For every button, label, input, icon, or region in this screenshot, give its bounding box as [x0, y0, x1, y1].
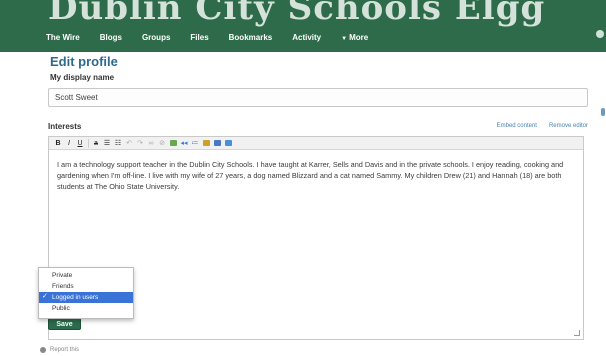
paste-word-icon[interactable]	[212, 139, 222, 148]
interests-label: Interests	[48, 122, 82, 131]
access-option-private[interactable]: Private	[39, 270, 133, 281]
nav-item-bookmarks[interactable]: Bookmarks	[219, 33, 283, 42]
editor-links: Embed content Remove editor	[497, 123, 588, 129]
undo-icon[interactable]: ↶	[124, 139, 134, 148]
nav-item-files[interactable]: Files	[180, 33, 218, 42]
paste-text-icon[interactable]	[201, 139, 211, 148]
bullet-list-icon[interactable]: ☰	[102, 139, 112, 148]
redo-icon[interactable]: ↷	[135, 139, 145, 148]
display-name-label: My display name	[50, 73, 115, 82]
nav-item-blogs[interactable]: Blogs	[90, 33, 132, 42]
numbered-list-icon[interactable]: ☷	[113, 139, 123, 148]
access-option-public[interactable]: Public	[39, 303, 133, 314]
access-option-label: Private	[52, 272, 73, 279]
site-header: Dublin City Schools Elgg The Wire Blogs …	[0, 0, 606, 52]
nav-item-groups[interactable]: Groups	[132, 33, 180, 42]
site-title[interactable]: Dublin City Schools Elgg	[48, 0, 545, 28]
edit-profile-form: Edit profile My display name Interests E…	[38, 52, 590, 356]
editor-toolbar: B I U a ☰ ☷ ↶ ↷ ∞ ⊘ ◂◂ ≔	[49, 137, 583, 150]
display-name-input[interactable]	[48, 88, 588, 107]
embed-content-link[interactable]: Embed content	[497, 123, 537, 129]
nav-item-more-label: More	[349, 32, 369, 42]
image-icon[interactable]	[168, 139, 178, 148]
access-option-label: Public	[52, 305, 70, 312]
scrollbar-indicator[interactable]	[601, 108, 605, 116]
report-this-link[interactable]: Report this	[40, 347, 79, 353]
unlink-icon[interactable]: ⊘	[157, 139, 167, 148]
bold-icon[interactable]: B	[53, 139, 63, 148]
main-nav: The Wire Blogs Groups Files Bookmarks Ac…	[36, 28, 378, 46]
resize-grip-icon[interactable]	[574, 330, 580, 336]
interests-text[interactable]: I am a technology support teacher in the…	[57, 159, 577, 192]
blockquote-icon[interactable]: ◂◂	[179, 139, 189, 148]
check-icon: ✓	[42, 293, 48, 300]
paste-icon[interactable]: ≔	[190, 139, 200, 148]
access-option-friends[interactable]: Friends	[39, 281, 133, 292]
user-menu-icon[interactable]	[596, 30, 604, 38]
save-button[interactable]: Save	[48, 318, 81, 330]
access-option-label: Friends	[52, 283, 74, 290]
link-icon[interactable]: ∞	[146, 139, 156, 148]
page-title: Edit profile	[50, 54, 118, 69]
nav-item-the-wire[interactable]: The Wire	[36, 33, 90, 42]
access-level-dropdown[interactable]: Private Friends ✓ Logged in users Public	[38, 267, 134, 319]
strikethrough-icon[interactable]: a	[91, 139, 101, 148]
italic-icon[interactable]: I	[64, 139, 74, 148]
access-option-logged-in-users[interactable]: ✓ Logged in users	[39, 292, 133, 303]
remove-editor-link[interactable]: Remove editor	[549, 123, 588, 129]
underline-icon[interactable]: U	[75, 139, 85, 148]
nav-item-more[interactable]: ▼ More	[331, 33, 378, 42]
code-icon[interactable]	[223, 139, 233, 148]
toolbar-divider	[88, 138, 89, 148]
access-option-label: Logged in users	[52, 294, 99, 301]
nav-item-activity[interactable]: Activity	[282, 33, 331, 42]
triangle-down-icon: ▼	[341, 35, 348, 42]
report-icon	[40, 347, 46, 353]
report-label: Report this	[50, 347, 80, 353]
